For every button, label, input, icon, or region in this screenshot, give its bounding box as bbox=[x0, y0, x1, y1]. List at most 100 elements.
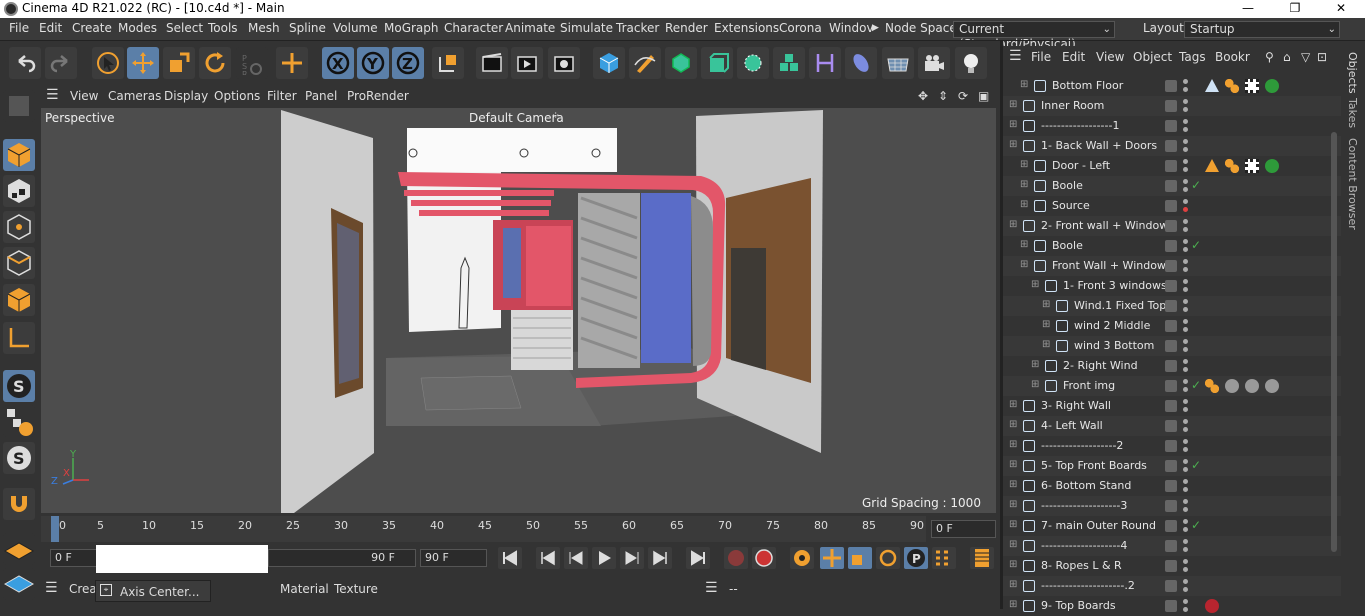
texture-mode-button[interactable] bbox=[3, 175, 35, 207]
node-space-select[interactable]: Current (Standard/Physical) ⌄ bbox=[953, 21, 1115, 51]
grid-button[interactable] bbox=[3, 568, 35, 600]
go-to-end-button[interactable] bbox=[686, 547, 710, 569]
object-row[interactable]: ⊞ wind 2 Middle bbox=[1003, 316, 1341, 336]
menu-modes[interactable]: Modes bbox=[118, 21, 157, 35]
move-tool-button[interactable] bbox=[127, 47, 159, 79]
expand-toggle-icon[interactable]: ⊞ bbox=[1042, 339, 1054, 351]
end-frame-right-field[interactable]: 90 F bbox=[420, 549, 487, 567]
cloner-button[interactable] bbox=[737, 47, 769, 79]
search-icon[interactable]: ⚲ bbox=[1265, 50, 1274, 64]
visibility-toggle-icon[interactable] bbox=[1183, 519, 1189, 533]
visibility-toggle-icon[interactable] bbox=[1183, 439, 1189, 453]
object-row[interactable]: ⊞ 1- Back Wall + Doors bbox=[1003, 136, 1341, 156]
menu-mesh[interactable]: Mesh bbox=[248, 21, 280, 35]
timeline-playhead[interactable] bbox=[51, 516, 59, 542]
layer-color-icon[interactable] bbox=[1165, 480, 1177, 492]
enabled-check-icon[interactable]: ✓ bbox=[1191, 238, 1201, 252]
menu-window[interactable]: Windov bbox=[829, 21, 874, 35]
layer-color-icon[interactable] bbox=[1165, 80, 1177, 92]
preview-range-slider[interactable] bbox=[96, 545, 268, 573]
layer-color-icon[interactable] bbox=[1165, 520, 1177, 532]
autokey-button[interactable] bbox=[752, 547, 776, 569]
start-frame-field[interactable]: 0 F bbox=[50, 549, 97, 567]
camera-button[interactable] bbox=[918, 47, 950, 79]
expand-toggle-icon[interactable]: ⊞ bbox=[1009, 219, 1021, 231]
menu-tools[interactable]: Tools bbox=[208, 21, 238, 35]
points-mode-button[interactable] bbox=[3, 211, 35, 243]
minimize-button[interactable]: — bbox=[1225, 0, 1271, 18]
visibility-toggle-icon[interactable] bbox=[1183, 399, 1189, 413]
visibility-toggle-icon[interactable] bbox=[1183, 279, 1189, 293]
menu-simulate[interactable]: Simulate bbox=[560, 21, 613, 35]
object-row[interactable]: ⊞ 7- main Outer Round ✓ bbox=[1003, 516, 1341, 536]
deformer-button[interactable] bbox=[809, 47, 841, 79]
visibility-toggle-icon[interactable] bbox=[1183, 579, 1189, 593]
axis-center-menu-item[interactable]: Axis Center... bbox=[120, 585, 199, 599]
warning-tag-icon[interactable] bbox=[1205, 79, 1219, 92]
subdivision-surface-button[interactable] bbox=[665, 47, 697, 79]
texture-menu[interactable]: Texture bbox=[334, 582, 378, 596]
layer-color-icon[interactable] bbox=[1165, 240, 1177, 252]
visibility-toggle-icon[interactable] bbox=[1183, 599, 1189, 613]
texture-tag-icon[interactable] bbox=[1245, 159, 1259, 173]
expand-toggle-icon[interactable]: ⊞ bbox=[1031, 279, 1043, 291]
viewport-zoom-icon[interactable]: ⇕ bbox=[938, 89, 948, 103]
object-list-scrollbar[interactable] bbox=[1331, 132, 1337, 552]
current-frame-field[interactable]: 0 F bbox=[931, 520, 996, 538]
expand-toggle-icon[interactable]: ⊞ bbox=[1020, 79, 1032, 91]
object-row[interactable]: ⊞ --------------------3 bbox=[1003, 496, 1341, 516]
phong-tag-icon[interactable] bbox=[1205, 379, 1219, 393]
object-row[interactable]: ⊞ 2- Front wall + Windows bbox=[1003, 216, 1341, 236]
om-menu-view[interactable]: View bbox=[1096, 50, 1124, 64]
render-settings-button[interactable] bbox=[548, 47, 580, 79]
visibility-toggle-icon[interactable] bbox=[1183, 299, 1189, 313]
expand-toggle-icon[interactable]: ⊞ bbox=[1009, 499, 1021, 511]
material-menu[interactable]: Material bbox=[280, 582, 329, 596]
menu-volume[interactable]: Volume bbox=[333, 21, 378, 35]
live-selection-button[interactable] bbox=[92, 47, 124, 79]
expand-toggle-icon[interactable]: ⊞ bbox=[1009, 139, 1021, 151]
visibility-toggle-icon[interactable] bbox=[1183, 259, 1189, 273]
object-manager-lock-icon[interactable]: ⊡ bbox=[1317, 50, 1327, 64]
visibility-toggle-icon[interactable] bbox=[1183, 419, 1189, 433]
key-point-level-button[interactable] bbox=[932, 547, 956, 569]
material-tag-icon[interactable] bbox=[1265, 79, 1279, 93]
snap-button[interactable]: S bbox=[3, 370, 35, 402]
field-button[interactable] bbox=[845, 47, 877, 79]
visibility-toggle-icon[interactable] bbox=[1183, 479, 1189, 493]
viewport-panel-menu-icon[interactable]: ☰ bbox=[46, 87, 59, 103]
key-rotation-button[interactable] bbox=[876, 547, 900, 569]
layer-color-icon[interactable] bbox=[1165, 320, 1177, 332]
viewport-menu-options[interactable]: Options bbox=[214, 89, 260, 103]
expand-toggle-icon[interactable]: ⊞ bbox=[1009, 419, 1021, 431]
object-row[interactable]: ⊞ Boole ✓ bbox=[1003, 236, 1341, 256]
layer-color-icon[interactable] bbox=[1165, 440, 1177, 452]
material-tag-icon[interactable] bbox=[1265, 159, 1279, 173]
layer-color-icon[interactable] bbox=[1165, 300, 1177, 312]
camera-link-icon[interactable]: ⁘ bbox=[551, 109, 560, 122]
keyframe-selection-button[interactable] bbox=[790, 547, 814, 569]
object-row[interactable]: ⊞ 5- Top Front Boards ✓ bbox=[1003, 456, 1341, 476]
material-tag-icon[interactable] bbox=[1245, 379, 1259, 393]
expand-toggle-icon[interactable]: ⊞ bbox=[1009, 479, 1021, 491]
layer-color-icon[interactable] bbox=[1165, 100, 1177, 112]
viewport-menu-display[interactable]: Display bbox=[164, 89, 208, 103]
model-mode-button[interactable] bbox=[3, 139, 35, 171]
menu-edit[interactable]: Edit bbox=[39, 21, 62, 35]
layer-color-icon[interactable] bbox=[1165, 260, 1177, 272]
light-button[interactable] bbox=[955, 47, 987, 79]
object-row[interactable]: ⊞ 3- Right Wall bbox=[1003, 396, 1341, 416]
expand-toggle-icon[interactable]: ⊞ bbox=[1042, 319, 1054, 331]
expand-toggle-icon[interactable]: ⊞ bbox=[1009, 99, 1021, 111]
menu-file[interactable]: File bbox=[9, 21, 29, 35]
undo-button[interactable] bbox=[9, 47, 41, 79]
object-row[interactable]: ⊞ ------------------1 bbox=[1003, 116, 1341, 136]
viewport-menu-view[interactable]: View bbox=[70, 89, 98, 103]
menu-animate[interactable]: Animate bbox=[505, 21, 555, 35]
expand-toggle-icon[interactable]: ⊞ bbox=[1020, 199, 1032, 211]
timeline-window-button[interactable] bbox=[970, 547, 994, 569]
tab-takes[interactable]: Takes bbox=[1346, 98, 1359, 128]
visibility-toggle-icon[interactable] bbox=[1183, 539, 1189, 553]
expand-toggle-icon[interactable]: ⊞ bbox=[1020, 239, 1032, 251]
timeline-ruler[interactable]: 0 5 10 15 20 25 30 35 40 45 50 55 60 65 … bbox=[41, 516, 926, 542]
